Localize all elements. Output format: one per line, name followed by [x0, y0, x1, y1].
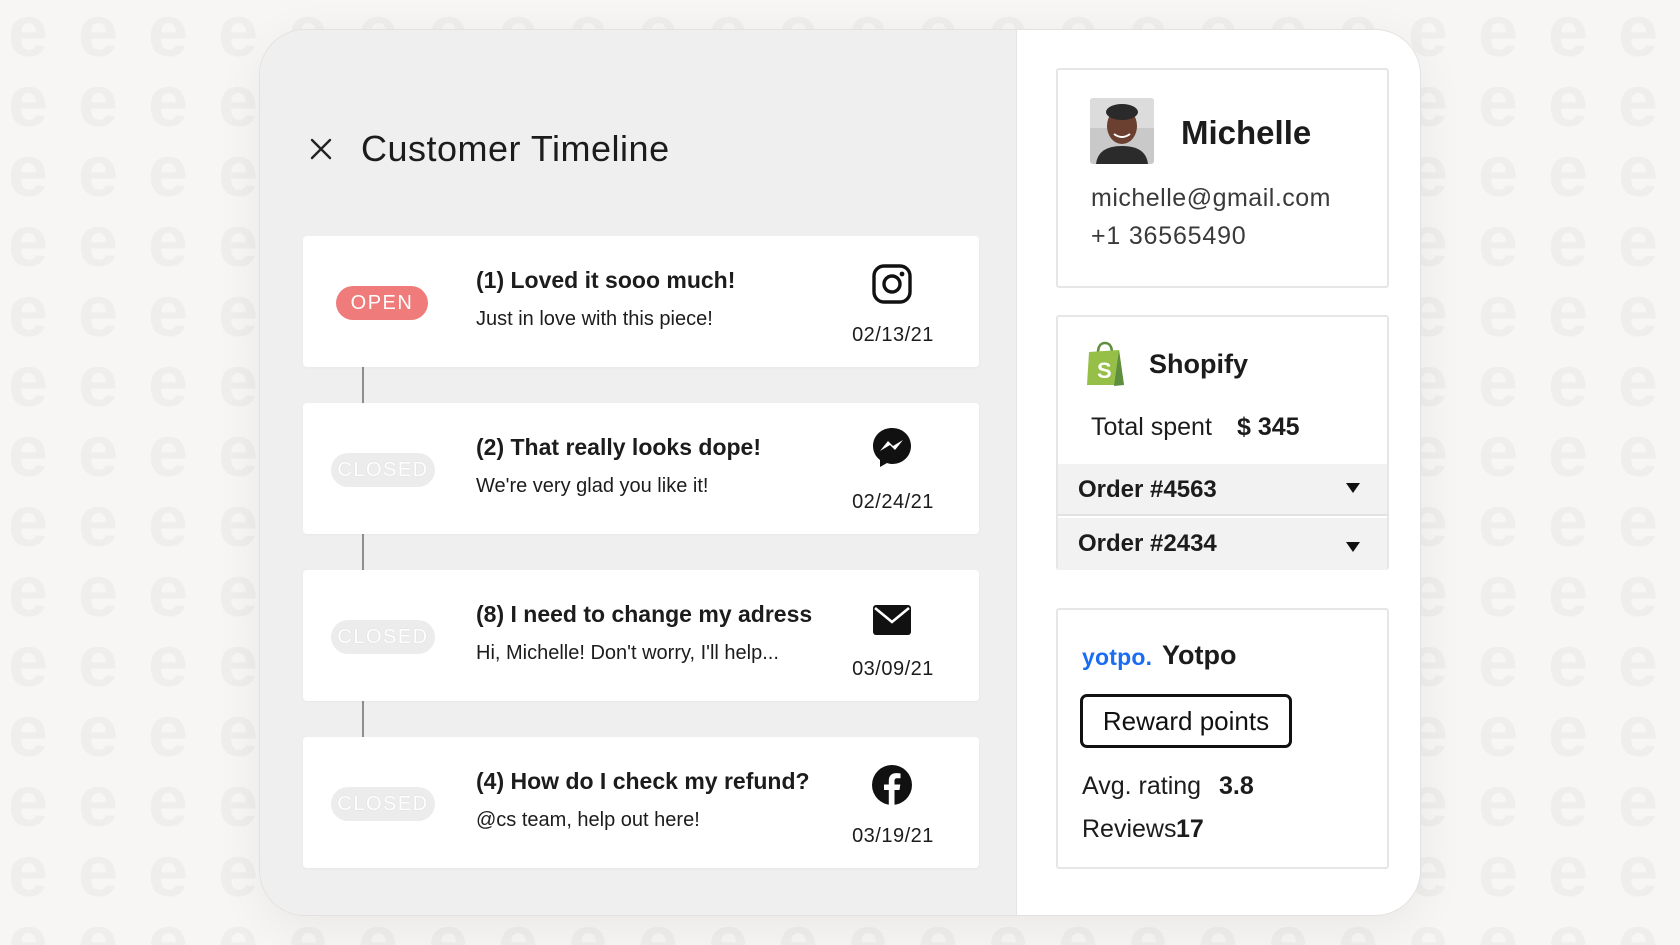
- timeline-connector: [362, 701, 364, 737]
- timeline-item[interactable]: CLOSED (4) How do I check my refund? @cs…: [303, 737, 979, 868]
- customer-email: michelle@gmail.com: [1091, 184, 1331, 212]
- customer-timeline-card: Customer Timeline OPEN (1) Loved it sooo…: [259, 29, 1421, 916]
- conversation-preview: Just in love with this piece!: [476, 308, 713, 330]
- timeline-item[interactable]: CLOSED (8) I need to change my adress Hi…: [303, 570, 979, 701]
- shopify-bag-icon: S: [1084, 341, 1126, 387]
- conversation-date: 03/09/21: [852, 658, 934, 680]
- order-dropdown[interactable]: Order #2434: [1058, 518, 1387, 570]
- conversation-title: (2) That really looks dope!: [476, 434, 761, 460]
- page-title: Customer Timeline: [361, 128, 670, 169]
- yotpo-logo: yotpo.: [1082, 644, 1153, 670]
- conversation-title: (8) I need to change my adress: [476, 601, 813, 627]
- order-label: Order #4563: [1078, 476, 1217, 503]
- yotpo-title: Yotpo: [1162, 640, 1237, 670]
- status-badge: CLOSED: [331, 787, 435, 821]
- status-badge: OPEN: [336, 286, 428, 320]
- instagram-icon: [871, 263, 913, 305]
- order-dropdown[interactable]: Order #4563: [1058, 464, 1387, 516]
- avg-rating-label: Avg. rating: [1082, 772, 1202, 800]
- total-spent-value: $ 345: [1237, 413, 1300, 441]
- conversation-preview: Hi, Michelle! Don't worry, I'll help...: [476, 642, 779, 664]
- timeline-panel: Customer Timeline OPEN (1) Loved it sooo…: [260, 30, 1016, 915]
- status-badge: CLOSED: [331, 620, 435, 654]
- messenger-icon: [871, 426, 913, 468]
- reward-points-button[interactable]: Reward points: [1080, 694, 1292, 748]
- conversation-date: 02/13/21: [852, 324, 934, 346]
- conversation-date: 02/24/21: [852, 491, 934, 513]
- total-spent-label: Total spent: [1091, 413, 1212, 441]
- facebook-icon: [871, 764, 913, 806]
- caret-down-icon: [1345, 541, 1361, 553]
- conversation-date: 03/19/21: [852, 825, 934, 847]
- shopify-card: S Shopify Total spent $ 345 Order #4563 …: [1056, 315, 1389, 570]
- customer-details-panel: Michelle michelle@gmail.com +1 36565490 …: [1016, 30, 1420, 915]
- conversation-title: (1) Loved it sooo much!: [476, 267, 736, 293]
- conversation-preview: @cs team, help out here!: [476, 809, 700, 831]
- avatar: [1090, 98, 1154, 164]
- mail-icon: [871, 599, 913, 641]
- customer-name: Michelle: [1181, 114, 1312, 151]
- caret-down-icon: [1345, 482, 1361, 494]
- reviews-label: Reviews: [1082, 815, 1177, 843]
- conversation-title: (4) How do I check my refund?: [476, 768, 810, 794]
- order-label: Order #2434: [1078, 530, 1217, 557]
- timeline-connector: [362, 367, 364, 403]
- timeline-item[interactable]: OPEN (1) Loved it sooo much! Just in lov…: [303, 236, 979, 367]
- status-badge: CLOSED: [331, 453, 435, 487]
- shopify-title: Shopify: [1149, 349, 1248, 379]
- timeline-item[interactable]: CLOSED (2) That really looks dope! We're…: [303, 403, 979, 534]
- yotpo-card: yotpo. Yotpo Reward points Avg. rating 3…: [1056, 608, 1389, 869]
- customer-profile-card: Michelle michelle@gmail.com +1 36565490: [1056, 68, 1389, 288]
- close-icon[interactable]: [308, 136, 334, 162]
- conversation-preview: We're very glad you like it!: [476, 475, 709, 497]
- avg-rating-value: 3.8: [1219, 772, 1254, 800]
- customer-phone: +1 36565490: [1091, 222, 1247, 250]
- timeline-connector: [362, 534, 364, 570]
- svg-text:S: S: [1097, 358, 1112, 383]
- reviews-value: 17: [1176, 815, 1204, 843]
